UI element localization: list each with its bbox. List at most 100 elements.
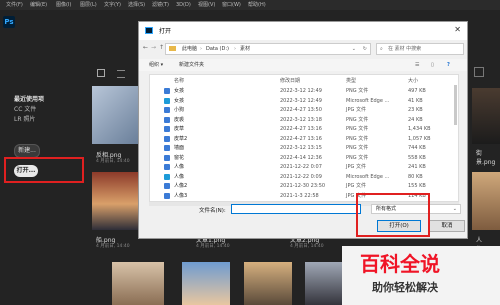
filename-input[interactable] [231,204,361,214]
file-type: JPG 文件 [346,164,366,170]
close-icon[interactable]: ✕ [454,25,461,34]
photoshop-icon [145,27,153,34]
edge-file-icon [164,173,170,180]
dialog-toolbar: 组织 ▾ 新建文件夹 ☰ ▯ ? [139,59,467,71]
menu-edit[interactable]: 编辑(E) [30,0,47,10]
file-row[interactable]: 墙面 2022-3-12 13:15 PNG 文件 744 KB [150,144,450,152]
jpg-file-icon [164,183,170,189]
chevron-down-icon[interactable]: ⌄ [352,44,356,54]
file-size: 1,057 KB [408,135,431,142]
help-icon[interactable]: ? [447,59,450,71]
file-type: JPG 文件 [346,107,366,113]
jpg-file-icon [164,164,170,170]
file-row[interactable]: 皮草2 2022-4-27 13:16 PNG 文件 1,057 KB [150,135,450,143]
file-name: 人像3 [174,192,188,199]
file-name: 人像2 [174,183,188,189]
thumbnail-date: 4 月前日, 14:40 [290,244,324,249]
thumbnail-image[interactable] [92,172,138,230]
dialog-cancel-button[interactable]: 取消 [429,220,465,232]
back-arrow-icon[interactable]: ← [143,44,148,51]
list-view-icon[interactable] [117,70,125,78]
up-arrow-icon[interactable]: ↑ [159,44,164,51]
column-header-name[interactable]: 名称 [174,77,184,84]
highlight-box-dialog-open [356,193,430,237]
thumbnail-image[interactable] [182,262,230,305]
file-row[interactable]: 小狗 2022-4-27 13:50 JPG 文件 23 KB [150,106,450,114]
file-size: 241 KB [408,164,426,170]
column-header-type[interactable]: 类型 [346,77,356,84]
menu-select[interactable]: 选择(S) [128,0,145,10]
breadcrumb-this-pc[interactable]: 此电脑 [182,44,197,54]
file-row[interactable]: 女孩 2022-3-12 12:49 PNG 文件 497 KB [150,87,450,95]
edge-file-icon [164,97,170,104]
breadcrumb-drive[interactable]: Data (D:) [206,44,229,54]
folder-icon [169,46,176,51]
menu-window[interactable]: 窗口(W) [222,0,241,10]
file-size: 558 KB [408,154,426,161]
new-button[interactable]: 新建... [14,144,40,158]
file-type: PNG 文件 [346,145,369,151]
file-date: 2022-3-12 13:18 [280,116,322,123]
file-row[interactable]: 皮裘 2022-3-12 13:18 PNG 文件 24 KB [150,116,450,124]
file-name: 皮草2 [174,135,188,142]
file-date: 2021-12-30 23:50 [280,183,326,189]
grid-view-icon[interactable] [97,69,105,77]
menu-help[interactable]: 帮助(H) [248,0,266,10]
preview-pane-icon[interactable]: ▯ [431,59,434,71]
view-options-icon[interactable]: ☰ [415,59,419,71]
thumbnail-image[interactable] [244,262,292,305]
column-header-date[interactable]: 修改日期 [280,77,300,84]
refresh-icon[interactable]: ↻ [363,44,367,54]
menu-3d[interactable]: 3D(D) [176,0,191,10]
png-file-icon [164,145,170,151]
thumbnail-image[interactable] [472,88,500,144]
thumbnail-image[interactable] [92,86,138,144]
thumbnail-image[interactable] [472,172,500,230]
file-row[interactable]: 人像 2021-12-22 0:09 Microsoft Edge ... 80 KB [150,173,450,181]
png-file-icon [164,126,170,132]
file-row[interactable]: 女孩 2022-3-12 12:49 Microsoft Edge ... 41 KB [150,97,450,105]
file-name: 女孩 [174,97,185,104]
thumbnail-date: 4 月前日, 14:40 [196,244,230,249]
file-name: 窗花 [174,154,185,161]
thumbnail-image[interactable] [305,262,345,305]
breadcrumb-folder[interactable]: 素材 [240,44,250,54]
photoshop-logo: Ps [3,16,15,28]
file-size: 155 KB [408,183,426,189]
thumbnail-date: 4 月前日, 14:40 [96,159,130,164]
menu-image[interactable]: 图像(I) [56,0,71,10]
file-date: 2021-1-3 22:58 [280,192,319,199]
menu-filter[interactable]: 滤镜(T) [152,0,169,10]
file-row[interactable]: 皮草 2022-4-27 13:16 PNG 文件 1,434 KB [150,125,450,133]
menu-view[interactable]: 视图(V) [198,0,215,10]
file-row[interactable]: 人像2 2021-12-30 23:50 JPG 文件 155 KB [150,182,450,190]
png-file-icon [164,135,170,142]
column-header-size[interactable]: 大小 [408,77,418,84]
new-folder-button[interactable]: 新建文件夹 [179,59,204,71]
menu-type[interactable]: 文字(Y) [104,0,121,10]
address-bar[interactable]: 此电脑 › Data (D:) › 素材 ⌄ ↻ [165,43,371,55]
grid-toggle-icon[interactable] [474,67,484,77]
file-date: 2022-3-12 12:49 [280,97,322,104]
search-input[interactable]: ⌕ 在 素材 中搜索 [376,43,464,55]
file-size: 23 KB [408,107,423,113]
search-icon: ⌕ [380,46,383,52]
file-name: 女孩 [174,88,185,94]
filename-label: 文件名(N): [199,208,226,214]
thumbnail-image[interactable] [112,262,164,305]
menu-layer[interactable]: 图层(L) [80,0,97,10]
file-row[interactable]: 人像 2021-12-22 0:07 JPG 文件 241 KB [150,163,450,171]
watermark-title: 百科全说 [360,252,440,276]
file-row[interactable]: 窗花 2022-4-14 12:36 PNG 文件 558 KB [150,154,450,162]
file-size: 497 KB [408,88,426,94]
file-name: 皮草 [174,126,185,132]
organize-button[interactable]: 组织 ▾ [149,59,163,71]
sidebar-item-cc-files[interactable]: CC 文件 [14,104,36,113]
file-type: PNG 文件 [346,116,369,123]
sidebar-item-lr-photos[interactable]: LR 照片 [14,114,35,123]
forward-arrow-icon[interactable]: → [151,44,156,51]
menu-file[interactable]: 文件(F) [6,0,23,10]
file-type: Microsoft Edge ... [346,173,390,180]
file-type: JPG 文件 [346,183,366,189]
scrollbar-thumb[interactable] [454,85,457,125]
